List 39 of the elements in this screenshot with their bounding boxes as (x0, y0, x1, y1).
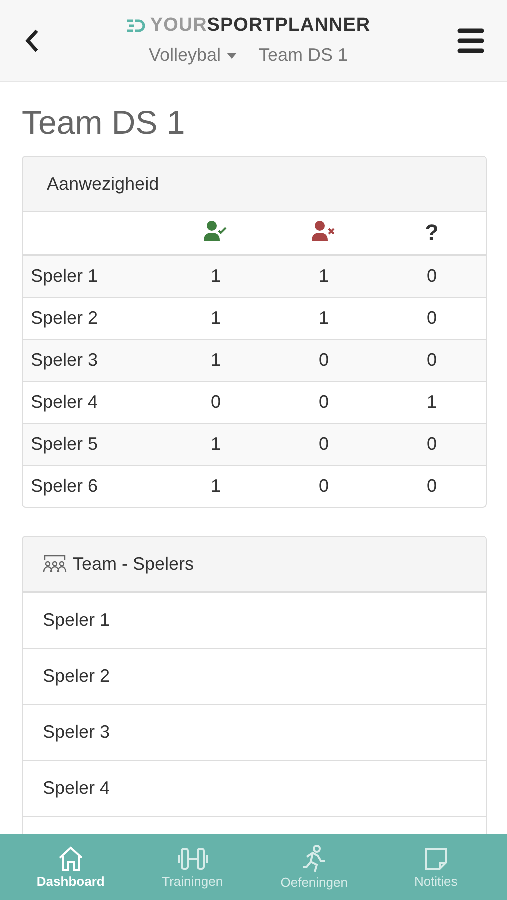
sport-dropdown[interactable]: Volleybal (148, 45, 237, 66)
menu-icon[interactable] (456, 28, 485, 54)
card-title: Aanwezigheid (47, 174, 160, 194)
count-cell: 1 (270, 255, 378, 298)
caret-icon (227, 52, 237, 58)
count-cell: 1 (162, 340, 270, 382)
count-cell: 0 (378, 340, 486, 382)
logo-icon (126, 19, 146, 33)
user-check-icon (204, 220, 228, 240)
page-title: Team DS 1 (22, 104, 186, 142)
runner-icon (301, 844, 328, 872)
player-name: Speler 3 (23, 340, 162, 382)
player-item[interactable]: Speler 2 (23, 648, 486, 704)
card-title: Team - Spelers (73, 554, 194, 574)
count-cell: 0 (378, 255, 486, 298)
count-cell: 0 (270, 424, 378, 466)
group-icon (43, 555, 67, 573)
team-name: Team DS 1 (259, 45, 348, 66)
player-name: Speler 6 (23, 466, 162, 507)
count-cell: 0 (270, 340, 378, 382)
count-cell: 1 (162, 255, 270, 298)
count-cell: 0 (378, 466, 486, 507)
column-header: ? (425, 220, 439, 245)
player-name: Speler 1 (23, 255, 162, 298)
player-item[interactable]: Speler 3 (23, 704, 486, 760)
count-cell: 0 (270, 466, 378, 507)
player-name: Speler 5 (23, 424, 162, 466)
player-item[interactable]: Speler 4 (23, 760, 486, 816)
nav-tab[interactable]: Dashboard (16, 846, 126, 888)
back-icon[interactable] (24, 28, 40, 54)
logo-text: YOURSPORTPLANNER (150, 15, 371, 37)
count-cell: 1 (162, 424, 270, 466)
player-item[interactable]: Speler 1 (23, 592, 486, 648)
count-cell: 1 (162, 466, 270, 507)
count-cell: 0 (378, 424, 486, 466)
user-cross-icon (312, 220, 336, 240)
dumbbell-icon (176, 846, 209, 872)
home-icon (56, 846, 85, 872)
note-icon (423, 846, 450, 872)
